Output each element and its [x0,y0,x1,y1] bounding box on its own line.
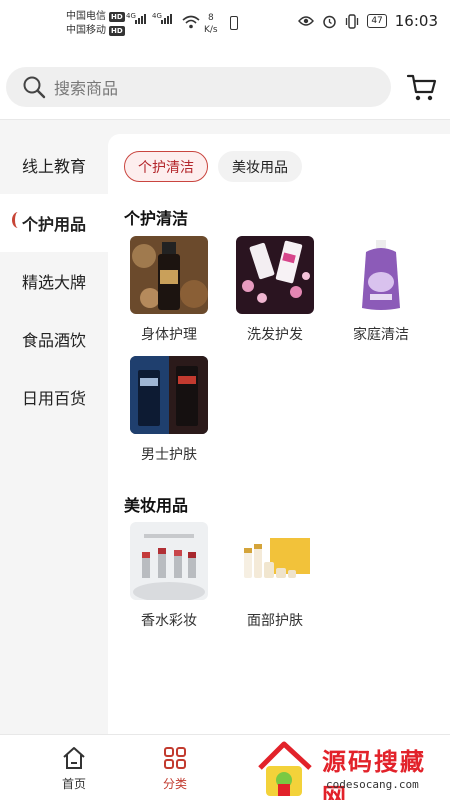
sidebar-item-food-drinks[interactable]: 食品酒饮 [0,310,108,368]
hair-care-image [236,236,314,314]
eye-icon [298,16,315,26]
sidebar-item-online-education[interactable]: 线上教育 [0,136,108,194]
tab-category-label: 分类 [162,777,187,791]
status-right: 47 16:03 [298,12,438,30]
product-grid-beauty-products: 香水彩妆 面部护肤 [116,522,434,630]
search-placeholder: 搜索商品 [54,79,119,98]
facial-skincare-image [236,522,314,600]
category-tile-hair-care[interactable]: 洗发护发 [222,236,328,344]
hd-badge-1: HD [109,12,125,22]
battery-indicator: 47 [367,14,387,28]
signal-indicators: 4G 4G [126,12,172,24]
watermark: 源码搜藏网 codesocang.com [254,738,450,800]
subcategory-chips: 个护清洁 美妆用品 [124,151,302,182]
home-icon [63,747,85,769]
signal-icon-1: 4G [126,12,146,24]
category-sidebar: 线上教育 个护用品 精选大牌 食品酒饮 日用百货 [0,120,108,734]
tab-home-label: 首页 [61,777,86,791]
tab-category[interactable]: 分类 [145,745,205,792]
carrier-info: 中国电信 HD 中国移动 HD [66,10,125,38]
category-tile-perfume-makeup[interactable]: 香水彩妆 [116,522,222,630]
sidebar-item-personal-care[interactable]: 个护用品 [0,194,108,252]
search-header: 搜索商品 [0,46,450,120]
chip-beauty-products[interactable]: 美妆用品 [218,151,302,182]
search-icon [23,76,46,99]
category-content: 个护清洁 美妆用品 个护清洁 身体护理 洗发护发 家庭清洁 男士护肤 美妆用品 … [108,134,450,734]
watermark-url: codesocang.com [326,778,419,791]
carrier-2: 中国移动 [66,25,106,36]
product-grid-personal-cleaning: 身体护理 洗发护发 家庭清洁 男士护肤 [116,236,434,464]
tab-home[interactable]: 首页 [44,745,104,792]
category-tile-mens-skincare[interactable]: 男士护肤 [116,356,222,464]
watermark-title: 源码搜藏网 [322,747,426,800]
status-bar: 中国电信 HD 中国移动 HD 4G 4G 8 K/s 47 16:03 [0,0,450,46]
body-care-image [130,236,208,314]
vibrate-icon [346,13,359,29]
section-title-personal-cleaning: 个护清洁 [124,209,189,228]
network-speed: 8 K/s [204,13,218,35]
mens-skincare-image [130,356,208,434]
home-cleaning-image [342,236,420,314]
hd-badge-2: HD [109,26,125,36]
cart-icon[interactable] [406,72,438,104]
sidebar-item-featured-brands[interactable]: 精选大牌 [0,252,108,310]
selected-indicator [12,212,24,228]
carrier-1: 中国电信 [66,11,106,22]
sidebar-item-daily-goods[interactable]: 日用百货 [0,368,108,426]
category-tile-home-cleaning[interactable]: 家庭清洁 [328,236,434,344]
search-input[interactable]: 搜索商品 [6,67,391,107]
perfume-makeup-image [130,522,208,600]
wifi-icon [182,15,200,29]
category-tile-facial-skincare[interactable]: 面部护肤 [222,522,328,630]
clock: 16:03 [394,12,438,30]
category-tile-body-care[interactable]: 身体护理 [116,236,222,344]
watermark-house-logo [258,741,312,796]
section-title-beauty-products: 美妆用品 [124,496,189,515]
category-grid-icon [164,747,186,769]
sim-alert-icon [230,16,238,30]
signal-icon-2: 4G [152,12,172,24]
chip-personal-cleaning[interactable]: 个护清洁 [124,151,208,182]
alarm-icon [323,15,337,28]
